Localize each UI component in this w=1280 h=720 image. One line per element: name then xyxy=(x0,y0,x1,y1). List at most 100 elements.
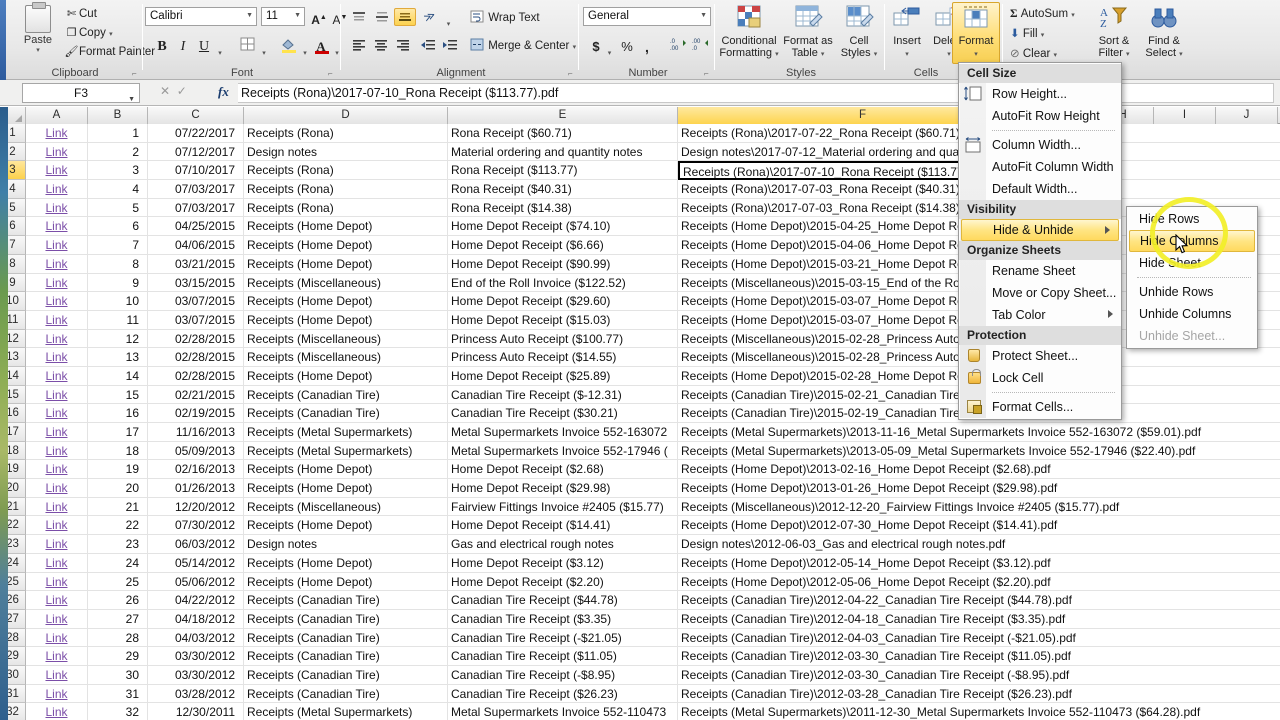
increase-indent-button[interactable] xyxy=(440,36,462,54)
cell-E20[interactable]: Home Depot Receipt ($29.98) xyxy=(448,479,678,498)
cut-button[interactable]: ✄ Cut xyxy=(64,5,97,24)
menu-item-move-or-copy-sheet[interactable]: Move or Copy Sheet... xyxy=(959,282,1121,304)
cell-C4[interactable]: 07/03/2017 xyxy=(148,180,244,199)
cell-F30[interactable]: Receipts (Canadian Tire)\2012-03-30_Cana… xyxy=(678,666,1069,685)
cell-D18[interactable]: Receipts (Metal Supermarkets) xyxy=(244,441,448,461)
font-color-button[interactable]: A xyxy=(310,36,332,56)
cell-E13[interactable]: Princess Auto Receipt ($14.55) xyxy=(448,348,678,367)
cell-D27[interactable]: Receipts (Canadian Tire) xyxy=(244,609,448,629)
cell-A5[interactable]: Link xyxy=(26,198,88,218)
hyperlink-link[interactable]: Link xyxy=(45,201,67,215)
cell-F26[interactable]: Receipts (Canadian Tire)\2012-04-22_Cana… xyxy=(678,591,1072,610)
cell-D32[interactable]: Receipts (Metal Supermarkets) xyxy=(244,703,448,720)
cell-E10[interactable]: Home Depot Receipt ($29.60) xyxy=(448,292,678,311)
cell-E30[interactable]: Canadian Tire Receipt (-$8.95) xyxy=(448,665,678,685)
align-top-button[interactable] xyxy=(348,8,370,26)
hyperlink-link[interactable]: Link xyxy=(45,481,67,495)
cell-C2[interactable]: 07/12/2017 xyxy=(148,142,244,162)
cell-F28[interactable]: Receipts (Canadian Tire)\2012-04-03_Cana… xyxy=(678,629,1076,648)
cell-C30[interactable]: 03/30/2012 xyxy=(148,665,244,685)
accounting-format-button[interactable]: $ xyxy=(588,36,604,56)
cell-A32[interactable]: Link xyxy=(26,703,88,720)
cell-D31[interactable]: Receipts (Canadian Tire) xyxy=(244,684,448,704)
chevron-down-icon[interactable]: ▼ xyxy=(700,12,707,19)
hyperlink-link[interactable]: Link xyxy=(45,593,67,607)
cell-C16[interactable]: 02/19/2015 xyxy=(148,404,244,423)
paste-button[interactable]: Paste ▾ xyxy=(16,2,60,65)
cell-A18[interactable]: Link xyxy=(26,441,88,461)
hyperlink-link[interactable]: Link xyxy=(45,556,67,570)
italic-button[interactable]: I xyxy=(173,36,193,56)
column-header-j[interactable]: J xyxy=(1216,107,1278,124)
cell-A19[interactable]: Link xyxy=(26,460,88,480)
cell-B12[interactable]: 12 xyxy=(88,329,148,349)
cell-A10[interactable]: Link xyxy=(26,292,88,311)
cell-A1[interactable]: Link xyxy=(26,124,88,143)
insert-function-icon[interactable]: fx xyxy=(218,84,229,100)
cell-E19[interactable]: Home Depot Receipt ($2.68) xyxy=(448,460,678,480)
hyperlink-link[interactable]: Link xyxy=(45,238,67,252)
cell-B29[interactable]: 29 xyxy=(88,647,148,666)
cell-B10[interactable]: 10 xyxy=(88,292,148,311)
hyperlink-link[interactable]: Link xyxy=(45,425,67,439)
cell-C3[interactable]: 07/10/2017 xyxy=(148,161,244,181)
hyperlink-link[interactable]: Link xyxy=(45,575,67,589)
submenu-item-unhide-rows[interactable]: Unhide Rows xyxy=(1127,281,1257,303)
cell-E21[interactable]: Fairview Fittings Invoice #2405 ($15.77) xyxy=(448,497,678,517)
hyperlink-link[interactable]: Link xyxy=(45,687,67,701)
decrease-decimal-button[interactable]: .00.0 xyxy=(690,36,712,56)
cell-E5[interactable]: Rona Receipt ($14.38) xyxy=(448,198,678,218)
cell-B27[interactable]: 27 xyxy=(88,609,148,629)
cell-E27[interactable]: Canadian Tire Receipt ($3.35) xyxy=(448,609,678,629)
cell-C18[interactable]: 05/09/2013 xyxy=(148,441,244,461)
find-select-button[interactable]: Find & Select ▾ xyxy=(1140,2,1188,64)
cell-F18[interactable]: Receipts (Metal Supermarkets)\2013-05-09… xyxy=(678,442,1195,461)
hyperlink-link[interactable]: Link xyxy=(45,462,67,476)
alignment-dialog-launcher[interactable]: ⌐ xyxy=(568,69,577,78)
cell-A23[interactable]: Link xyxy=(26,535,88,554)
cell-F29[interactable]: Receipts (Canadian Tire)\2012-03-30_Cana… xyxy=(678,647,1071,666)
cell-E12[interactable]: Princess Auto Receipt ($100.77) xyxy=(448,329,678,349)
hyperlink-link[interactable]: Link xyxy=(45,369,67,383)
cell-B1[interactable]: 1 xyxy=(88,124,148,143)
cell-C29[interactable]: 03/30/2012 xyxy=(148,647,244,666)
cell-F22[interactable]: Receipts (Home Depot)\2012-07-30_Home De… xyxy=(678,516,1057,535)
cell-E24[interactable]: Home Depot Receipt ($3.12) xyxy=(448,553,678,573)
cell-C23[interactable]: 06/03/2012 xyxy=(148,535,244,554)
cell-B7[interactable]: 7 xyxy=(88,236,148,255)
cell-E28[interactable]: Canadian Tire Receipt (-$21.05) xyxy=(448,628,678,648)
menu-item-rename-sheet[interactable]: Rename Sheet xyxy=(959,260,1121,282)
cell-F24[interactable]: Receipts (Home Depot)\2012-05-14_Home De… xyxy=(678,554,1051,573)
cell-D21[interactable]: Receipts (Miscellaneous) xyxy=(244,497,448,517)
cell-A31[interactable]: Link xyxy=(26,684,88,704)
cell-A8[interactable]: Link xyxy=(26,254,88,274)
hyperlink-link[interactable]: Link xyxy=(45,182,67,196)
format-cells-ribbon-button[interactable]: Format ▾ xyxy=(952,2,1000,64)
paste-dropdown-caret[interactable]: ▾ xyxy=(16,46,60,54)
hyperlink-link[interactable]: Link xyxy=(45,537,67,551)
align-bottom-button[interactable] xyxy=(394,8,416,26)
cell-B11[interactable]: 11 xyxy=(88,310,148,330)
cell-C19[interactable]: 02/16/2013 xyxy=(148,460,244,480)
font-size-combobox[interactable]: 11 ▼ xyxy=(261,7,305,26)
cell-A4[interactable]: Link xyxy=(26,180,88,199)
menu-item-autofit-row-height[interactable]: AutoFit Row Height xyxy=(959,105,1121,127)
cell-E3[interactable]: Rona Receipt ($113.77) xyxy=(448,161,678,181)
cell-A2[interactable]: Link xyxy=(26,142,88,162)
align-middle-button[interactable] xyxy=(371,8,393,26)
cell-D15[interactable]: Receipts (Canadian Tire) xyxy=(244,385,448,405)
cell-C1[interactable]: 07/22/2017 xyxy=(148,124,244,143)
cell-F17[interactable]: Receipts (Metal Supermarkets)\2013-11-16… xyxy=(678,423,1201,442)
formula-bar-cancel-enter-buttons[interactable]: ✕ ✓ xyxy=(160,84,187,98)
cell-D20[interactable]: Receipts (Home Depot) xyxy=(244,479,448,498)
underline-dropdown-caret[interactable]: ▾ xyxy=(214,40,226,57)
cell-A29[interactable]: Link xyxy=(26,647,88,666)
cell-B6[interactable]: 6 xyxy=(88,217,148,237)
align-center-button[interactable] xyxy=(370,36,392,54)
cell-D13[interactable]: Receipts (Miscellaneous) xyxy=(244,348,448,367)
cell-C7[interactable]: 04/06/2015 xyxy=(148,236,244,255)
cell-A28[interactable]: Link xyxy=(26,628,88,648)
cell-F23[interactable]: Design notes\2012-06-03_Gas and electric… xyxy=(678,535,1048,554)
cell-C9[interactable]: 03/15/2015 xyxy=(148,273,244,293)
hyperlink-link[interactable]: Link xyxy=(45,219,67,233)
